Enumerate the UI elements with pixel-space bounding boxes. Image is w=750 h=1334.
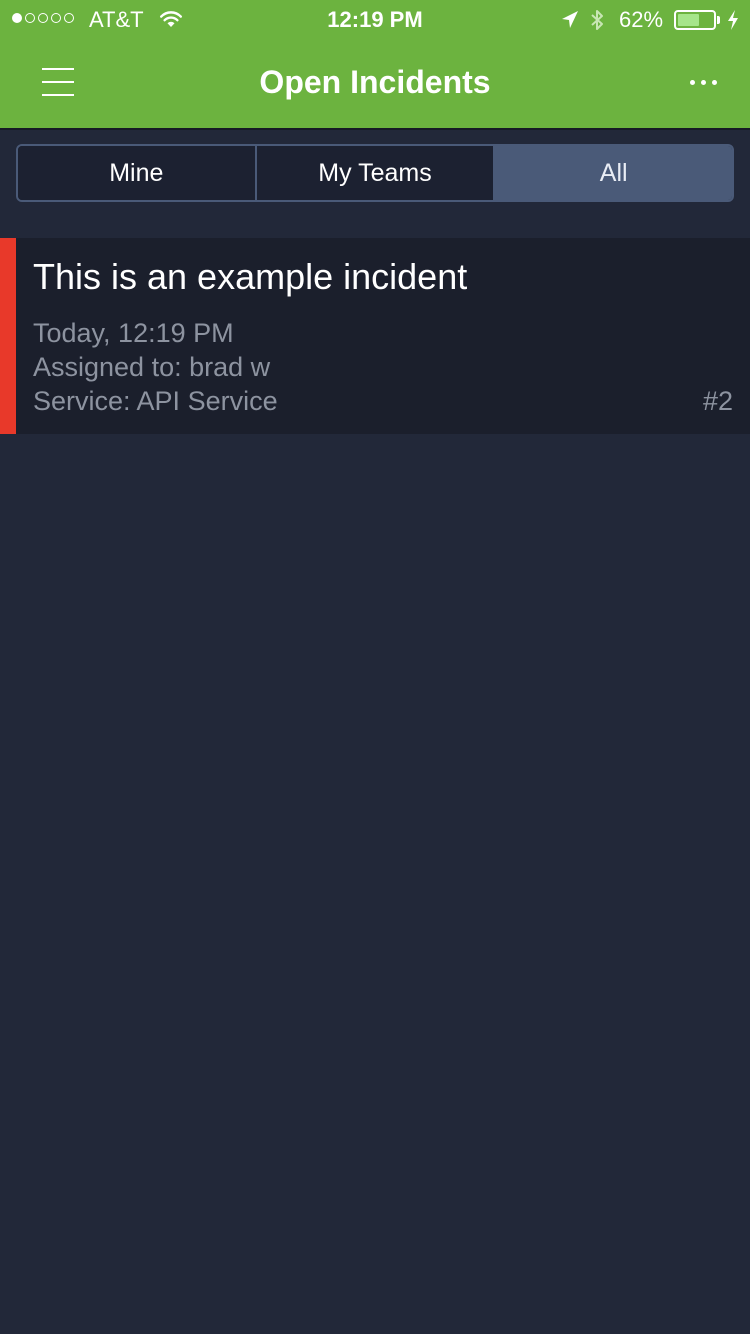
segment-my-teams[interactable]: My Teams: [254, 146, 494, 200]
battery-percentage: 62%: [619, 7, 664, 32]
incident-filter-segmented-control: Mine My Teams All: [16, 144, 734, 202]
incident-number: #2: [702, 386, 733, 416]
page-title: Open Incidents: [259, 64, 491, 100]
bluetooth-icon: [589, 8, 605, 38]
severity-indicator: [0, 238, 16, 434]
segment-all[interactable]: All: [493, 146, 732, 200]
status-bar: AT&T 12:19 PM 62%: [0, 0, 750, 40]
more-options-icon[interactable]: [676, 56, 732, 108]
battery-nub: [717, 16, 720, 24]
incident-assignee: Assigned to: brad w: [33, 352, 271, 382]
charging-bolt-icon: [727, 9, 739, 37]
incident-timestamp: Today, 12:19 PM: [33, 318, 234, 348]
segment-mine[interactable]: Mine: [18, 146, 255, 200]
battery-icon: [674, 10, 716, 30]
incident-list-item[interactable]: This is an example incident Today, 12:19…: [0, 238, 750, 434]
incident-service: Service: API Service: [33, 386, 278, 416]
battery-level-fill: [678, 14, 699, 26]
navigation-bar: Open Incidents: [0, 40, 750, 128]
location-arrow-icon: [561, 10, 579, 36]
incident-title: This is an example incident: [33, 256, 468, 297]
nav-divider: [0, 128, 750, 130]
